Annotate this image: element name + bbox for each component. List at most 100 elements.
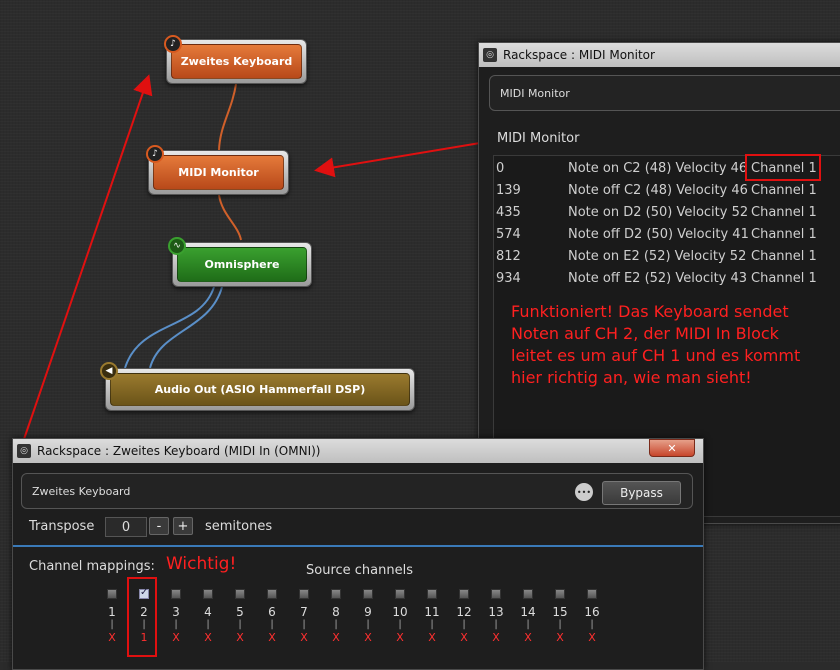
transpose-plus-button[interactable]: + [173, 517, 193, 535]
channel-column: 13 | X [486, 589, 506, 644]
channel-target[interactable]: X [422, 631, 442, 644]
annotation-line: hier richtig an, wie man sieht! [511, 368, 752, 387]
app-icon: ◎ [483, 48, 497, 62]
channel-target[interactable]: X [582, 631, 602, 644]
highlight-channel-1 [745, 154, 821, 181]
wire-monitor-omnisphere [218, 194, 242, 241]
channel-number: 9 [364, 605, 372, 619]
channel-column: 14 | X [518, 589, 538, 644]
channel-column: 4 | X [198, 589, 218, 644]
channel-checkbox[interactable] [427, 589, 437, 599]
event-time: 435 [496, 205, 521, 220]
channel-target[interactable]: X [198, 631, 218, 644]
transpose-minus-button[interactable]: - [149, 517, 169, 535]
channel-number: 5 [236, 605, 244, 619]
channel-separator: | [174, 619, 178, 630]
plugin-header-label: MIDI Monitor [500, 86, 570, 100]
channel-target[interactable]: X [102, 631, 122, 644]
speaker-icon: ◀ [100, 362, 118, 380]
annotation-wichtig: Wichtig! [166, 554, 237, 574]
plugin-header-label: Zweites Keyboard [32, 484, 131, 498]
channel-target[interactable]: X [454, 631, 474, 644]
channel-separator: | [334, 619, 338, 630]
channel-number: 8 [332, 605, 340, 619]
channel-checkbox[interactable] [235, 589, 245, 599]
block-label: MIDI Monitor [153, 155, 284, 190]
channel-checkbox[interactable] [203, 589, 213, 599]
event-channel: Channel 1 [751, 183, 817, 198]
wire-omnisphere-audio-right [149, 286, 223, 369]
window-titlebar[interactable]: ◎ Rackspace : Zweites Keyboard (MIDI In … [13, 439, 703, 463]
block-audio-out[interactable]: Audio Out (ASIO Hammerfall DSP) [105, 368, 415, 411]
channel-target[interactable]: X [230, 631, 250, 644]
block-zweites-keyboard[interactable]: Zweites Keyboard [166, 39, 307, 84]
window-title: Rackspace : Zweites Keyboard (MIDI In (O… [37, 444, 321, 458]
channel-separator: | [590, 619, 594, 630]
channel-checkbox[interactable] [555, 589, 565, 599]
channel-target[interactable]: X [294, 631, 314, 644]
annotation-line: Funktioniert! Das Keyboard sendet [511, 302, 789, 321]
channel-checkbox[interactable] [523, 589, 533, 599]
event-description: Note on E2 (52) Velocity 52 [568, 249, 747, 264]
channel-target[interactable]: X [390, 631, 410, 644]
close-button[interactable]: ✕ [649, 439, 695, 457]
channel-target[interactable]: X [166, 631, 186, 644]
channel-checkbox[interactable] [491, 589, 501, 599]
wire-omnisphere-audio-left [124, 286, 215, 369]
event-time: 934 [496, 271, 521, 286]
annotation-line: leitet es um auf CH 1 und es kommt [511, 346, 801, 365]
window-titlebar[interactable]: ◎ Rackspace : MIDI Monitor [479, 43, 840, 67]
channel-number: 1 [108, 605, 116, 619]
channel-checkbox[interactable] [331, 589, 341, 599]
channel-target[interactable]: X [326, 631, 346, 644]
event-time: 574 [496, 227, 521, 242]
semitones-label: semitones [205, 519, 273, 534]
channel-column: 9 | X [358, 589, 378, 644]
channel-column: 16 | X [582, 589, 602, 644]
wire-keyboard-monitor [218, 83, 237, 151]
channel-column: 15 | X [550, 589, 570, 644]
channel-target[interactable]: X [486, 631, 506, 644]
transpose-label: Transpose [29, 519, 95, 534]
more-options-button[interactable]: ••• [575, 483, 593, 501]
channel-target[interactable]: X [550, 631, 570, 644]
block-label: Zweites Keyboard [171, 44, 302, 79]
channel-separator: | [302, 619, 306, 630]
block-omnisphere[interactable]: Omnisphere [172, 242, 312, 287]
event-channel: Channel 1 [751, 227, 817, 242]
channel-column: 1 | X [102, 589, 122, 644]
transpose-value[interactable]: 0 [105, 517, 147, 537]
event-description: Note off C2 (48) Velocity 46 [568, 183, 748, 198]
midi-icon: ♪ [146, 145, 164, 163]
midi-in-icon: ♪ [164, 35, 182, 53]
annotation-line: Noten auf CH 2, der MIDI In Block [511, 324, 779, 343]
channel-separator: | [462, 619, 466, 630]
channel-checkbox[interactable] [299, 589, 309, 599]
channel-checkbox[interactable] [395, 589, 405, 599]
channel-checkbox[interactable] [171, 589, 181, 599]
event-time: 139 [496, 183, 521, 198]
channel-number: 13 [488, 605, 504, 619]
block-label: Audio Out (ASIO Hammerfall DSP) [110, 373, 410, 406]
channel-separator: | [206, 619, 210, 630]
channel-checkbox[interactable] [459, 589, 469, 599]
channel-checkbox[interactable] [267, 589, 277, 599]
channel-target[interactable]: X [358, 631, 378, 644]
section-label: MIDI Monitor [497, 131, 580, 146]
channel-checkbox[interactable] [587, 589, 597, 599]
block-midi-monitor[interactable]: MIDI Monitor [148, 150, 289, 195]
event-channel: Channel 1 [751, 249, 817, 264]
waveform-icon: ∿ [168, 237, 186, 255]
channel-target[interactable]: X [262, 631, 282, 644]
channel-checkbox[interactable] [363, 589, 373, 599]
channel-target[interactable]: X [518, 631, 538, 644]
bypass-button[interactable]: Bypass [602, 481, 681, 505]
channel-checkbox[interactable] [107, 589, 117, 599]
window-title: Rackspace : MIDI Monitor [503, 48, 655, 62]
channel-number: 7 [300, 605, 308, 619]
zweites-keyboard-window: ◎ Rackspace : Zweites Keyboard (MIDI In … [12, 438, 704, 670]
highlight-channel-2 [127, 577, 157, 657]
channel-separator: | [430, 619, 434, 630]
event-time: 812 [496, 249, 521, 264]
event-description: Note off E2 (52) Velocity 43 [568, 271, 748, 286]
